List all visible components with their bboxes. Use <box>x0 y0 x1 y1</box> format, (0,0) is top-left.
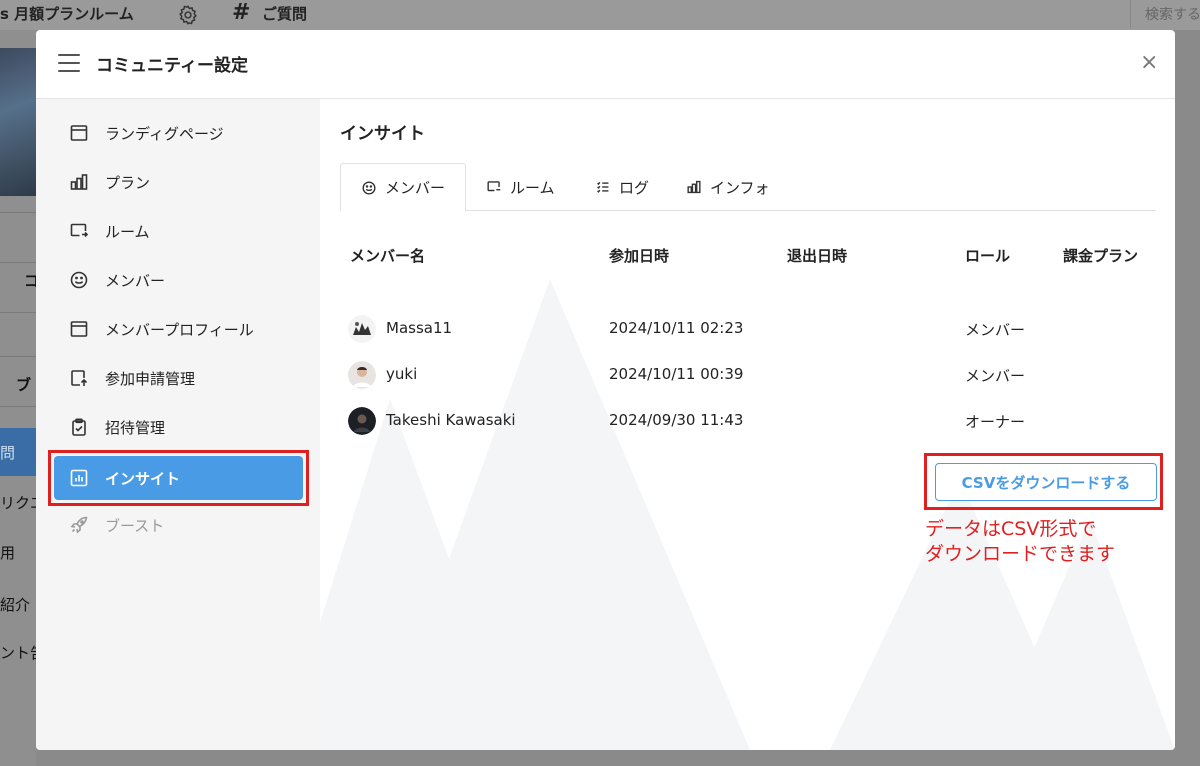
gear-icon <box>179 5 197 25</box>
avatar <box>348 315 376 343</box>
community-settings-modal: コミュニティー設定 × ランディグページ プラン ルーム メンバー メンバープロ… <box>36 30 1175 750</box>
hash-icon: # <box>232 0 251 25</box>
sidebar-item-room[interactable]: ルーム <box>54 209 303 253</box>
member-role: オーナー <box>965 413 1026 431</box>
sidebar-item-landing-page[interactable]: ランディグページ <box>54 111 303 155</box>
csv-download-button[interactable]: CSVをダウンロードする <box>935 463 1157 501</box>
close-button[interactable]: × <box>1140 52 1158 74</box>
tab-log[interactable]: ログ <box>595 163 649 211</box>
settings-sidebar: ランディグページ プラン ルーム メンバー メンバープロフィール 参加申請管理 … <box>36 99 320 750</box>
insight-content: インサイト メンバー ルーム ログ インフォ メンバー名 参加日時 退出日時 ロ… <box>320 99 1175 750</box>
tab-info[interactable]: インフォ <box>686 163 770 211</box>
room-screen-icon <box>68 220 90 242</box>
request-upload-icon <box>68 367 90 389</box>
background-label: 問 <box>0 444 16 462</box>
tab-label: ルーム <box>510 178 555 197</box>
smiley-face-icon <box>361 180 377 196</box>
tab-label: インフォ <box>710 178 770 197</box>
tab-room[interactable]: ルーム <box>486 163 555 211</box>
rocket-icon <box>68 514 90 536</box>
annotation-line: データはCSV形式で <box>925 518 1097 540</box>
sidebar-item-join-requests[interactable]: 参加申請管理 <box>54 356 303 400</box>
profile-window-icon <box>68 318 90 340</box>
room-screen-icon <box>486 179 502 195</box>
sidebar-item-label: ブースト <box>105 516 165 535</box>
background-label: 用 <box>0 544 16 562</box>
insight-highlight-box <box>48 450 309 506</box>
column-header-member-name: メンバー名 <box>350 247 426 265</box>
sidebar-item-label: メンバー <box>105 271 166 290</box>
community-cover-image <box>0 48 36 196</box>
tab-label: メンバー <box>385 179 446 197</box>
column-header-left: 退出日時 <box>787 247 848 265</box>
sidebar-item-label: プラン <box>105 173 151 192</box>
column-header-joined: 参加日時 <box>609 247 670 265</box>
search-input[interactable]: 検索する <box>1130 0 1200 28</box>
member-role: メンバー <box>965 321 1026 339</box>
bar-chart-icon <box>686 179 702 195</box>
sidebar-item-label: ルーム <box>105 222 150 241</box>
csv-highlight-box: CSVをダウンロードする <box>924 453 1163 510</box>
joined-date: 2024/09/30 11:43 <box>609 411 744 429</box>
divider <box>0 406 36 407</box>
avatar <box>348 361 376 389</box>
clipboard-check-icon <box>68 416 90 438</box>
bar-chart-icon <box>68 171 90 193</box>
sidebar-item-label: 招待管理 <box>105 418 166 437</box>
joined-date: 2024/10/11 02:23 <box>609 319 744 337</box>
sidebar-item-member[interactable]: メンバー <box>54 258 303 302</box>
room-name: ご質問 <box>262 5 308 23</box>
column-header-role: ロール <box>965 247 1011 265</box>
divider <box>0 262 36 263</box>
divider <box>0 312 36 313</box>
page-title: インサイト <box>340 124 425 144</box>
tab-member[interactable]: メンバー <box>340 163 466 212</box>
member-name: yuki <box>386 365 418 383</box>
smiley-face-icon <box>68 269 90 291</box>
avatar <box>348 407 376 435</box>
annotation-note: データはCSV形式で ダウンロードできます <box>925 517 1115 567</box>
modal-header: コミュニティー設定 × <box>36 30 1175 99</box>
hamburger-menu-icon[interactable] <box>58 54 80 72</box>
divider <box>0 356 36 357</box>
annotation-line: ダウンロードできます <box>925 543 1116 565</box>
column-header-plan: 課金プラン <box>1063 247 1139 265</box>
sidebar-item-label: メンバープロフィール <box>105 320 254 339</box>
sidebar-item-member-profile[interactable]: メンバープロフィール <box>54 307 303 351</box>
sidebar-item-boost[interactable]: ブースト <box>54 503 303 547</box>
tab-label: ログ <box>619 178 650 197</box>
list-icon <box>595 179 611 195</box>
sidebar-item-label: 参加申請管理 <box>105 369 196 388</box>
sidebar-item-label: ランディグページ <box>105 124 224 143</box>
divider <box>0 212 36 213</box>
member-role: メンバー <box>965 367 1026 385</box>
background-label: 紹介 <box>0 596 31 614</box>
background-label: ブ <box>16 376 32 394</box>
member-name: Massa11 <box>386 319 453 337</box>
member-name: Takeshi Kawasaki <box>386 411 516 429</box>
community-name: s 月額プランルーム <box>0 5 134 23</box>
joined-date: 2024/10/11 00:39 <box>609 365 744 383</box>
insight-tabs: メンバー ルーム ログ インフォ <box>340 163 1156 212</box>
sidebar-item-plan[interactable]: プラン <box>54 160 303 204</box>
sidebar-item-invitations[interactable]: 招待管理 <box>54 405 303 449</box>
modal-title: コミュニティー設定 <box>96 56 248 76</box>
browser-window-icon <box>68 122 90 144</box>
